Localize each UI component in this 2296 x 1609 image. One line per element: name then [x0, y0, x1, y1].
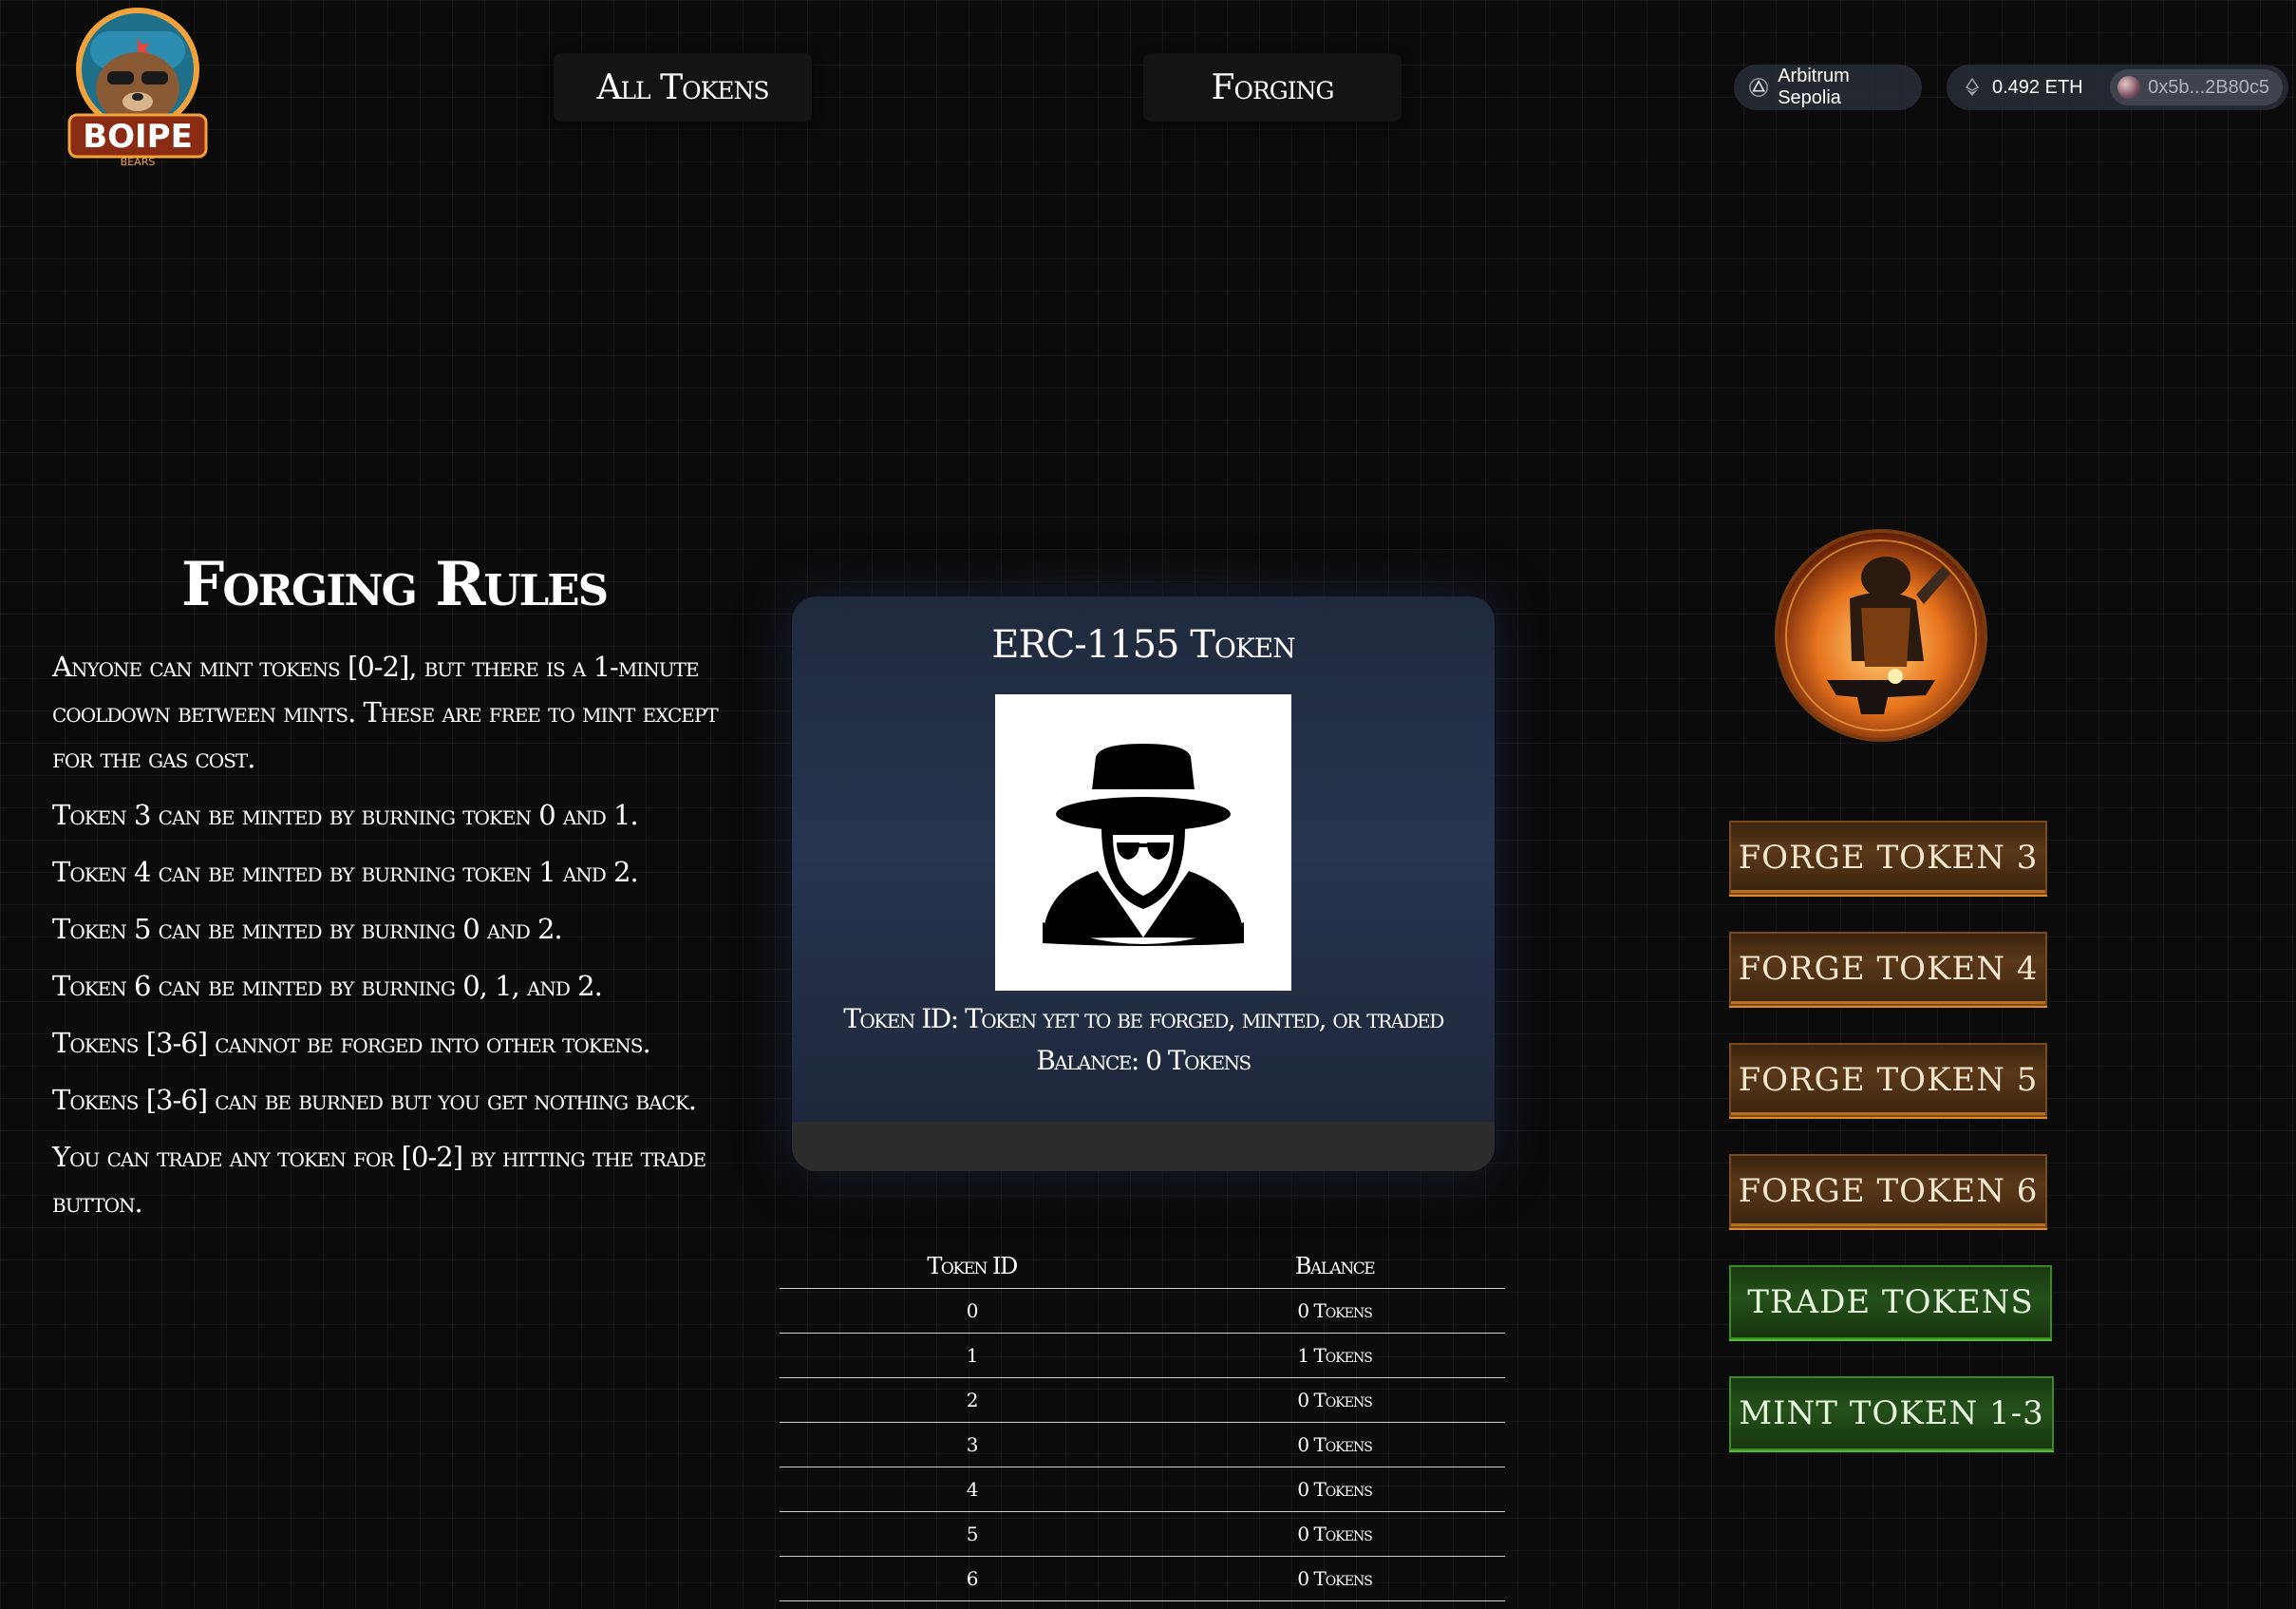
wallet-address-chip[interactable]: 0x5b...2B80c5 [2110, 69, 2283, 105]
forge-token-5-button[interactable]: FORGE TOKEN 5 [1729, 1043, 2047, 1117]
table-row: 60 Tokens [780, 1556, 1505, 1601]
table-row: 00 Tokens [780, 1288, 1505, 1334]
arbitrum-icon [1749, 78, 1768, 97]
wallet-account[interactable]: 0.492 ETH 0x5b...2B80c5 [1947, 65, 2288, 110]
cell-balance: 0 Tokens [1164, 1511, 1505, 1557]
rule-item: You can trade any token for [0-2] by hit… [52, 1141, 706, 1219]
nav-all-tokens[interactable]: All Tokens [554, 53, 812, 122]
cell-balance: 0 Tokens [1164, 1377, 1505, 1423]
anonymous-spy-icon [1043, 744, 1244, 946]
logo-subtext: BEARS [121, 156, 156, 168]
cell-token-id: 2 [780, 1377, 1165, 1423]
cell-token-id: 3 [780, 1422, 1165, 1467]
network-selector[interactable]: Arbitrum Sepolia [1734, 65, 1922, 110]
rules-list: Anyone can mint tokens [0-2], but there … [52, 644, 750, 1237]
boipe-bears-logo[interactable]: BOIPE BEARS [52, 3, 223, 169]
rule-item: Anyone can mint tokens [0-2], but there … [52, 651, 719, 774]
rules-title: Forging Rules [180, 549, 609, 620]
forge-token-4-button[interactable]: FORGE TOKEN 4 [1729, 932, 2047, 1006]
table-row: 11 Tokens [780, 1333, 1505, 1378]
token-id-line: Token ID: Token yet to be forged, minted… [843, 1003, 1444, 1034]
cell-balance: 1 Tokens [1164, 1333, 1505, 1378]
cell-token-id: 1 [780, 1333, 1165, 1378]
cell-balance: 0 Tokens [1164, 1556, 1505, 1601]
network-label: Arbitrum Sepolia [1778, 66, 1850, 108]
wallet-address: 0x5b...2B80c5 [2148, 76, 2269, 98]
col-balance: Balance [1164, 1244, 1505, 1289]
logo-text: BOIPE [83, 118, 193, 156]
eth-icon [1965, 77, 1980, 96]
cell-token-id: 4 [780, 1467, 1165, 1512]
forge-token-3-button[interactable]: FORGE TOKEN 3 [1729, 821, 2047, 895]
rule-item: Tokens [3-6] cannot be forged into other… [52, 1027, 651, 1059]
cell-balance: 0 Tokens [1164, 1467, 1505, 1512]
table-row: 20 Tokens [780, 1377, 1505, 1423]
cell-token-id: 5 [780, 1511, 1165, 1557]
blacksmith-bear-image [1775, 529, 1987, 742]
token-card-footer [792, 1122, 1495, 1171]
col-token-id: Token ID [780, 1244, 1165, 1289]
mint-token-button[interactable]: MINT TOKEN 1-3 [1729, 1376, 2054, 1450]
rule-item: Tokens [3-6] can be burned but you get n… [52, 1084, 697, 1116]
table-header-row: Token ID Balance [780, 1244, 1505, 1289]
token-card: ERC-1155 Token Token ID: Token yet to be… [792, 596, 1495, 1171]
cell-balance: 0 Tokens [1164, 1422, 1505, 1467]
rule-item: Token 4 can be minted by burning token 1… [52, 856, 639, 888]
wallet-avatar [2117, 76, 2141, 99]
token-card-title: ERC-1155 Token [991, 623, 1295, 667]
table-row: 40 Tokens [780, 1467, 1505, 1512]
forge-token-6-button[interactable]: FORGE TOKEN 6 [1729, 1154, 2047, 1228]
wallet-balance: 0.492 ETH [1992, 76, 2083, 98]
cell-token-id: 6 [780, 1556, 1165, 1601]
balances-table: Token ID Balance 00 Tokens 11 Tokens 20 … [780, 1244, 1505, 1601]
token-balance-line: Balance: 0 Tokens [1036, 1045, 1252, 1076]
rule-item: Token 5 can be minted by burning 0 and 2… [52, 913, 563, 945]
cell-balance: 0 Tokens [1164, 1288, 1505, 1334]
cell-token-id: 0 [780, 1288, 1165, 1334]
table-row: 50 Tokens [780, 1511, 1505, 1557]
nav-forging[interactable]: Forging [1143, 53, 1402, 122]
token-image [995, 694, 1291, 991]
rule-item: Token 3 can be minted by burning token 0… [52, 799, 639, 831]
table-row: 30 Tokens [780, 1422, 1505, 1467]
trade-tokens-button[interactable]: TRADE TOKENS [1729, 1265, 2052, 1339]
rule-item: Token 6 can be minted by burning 0, 1, a… [52, 970, 603, 1002]
